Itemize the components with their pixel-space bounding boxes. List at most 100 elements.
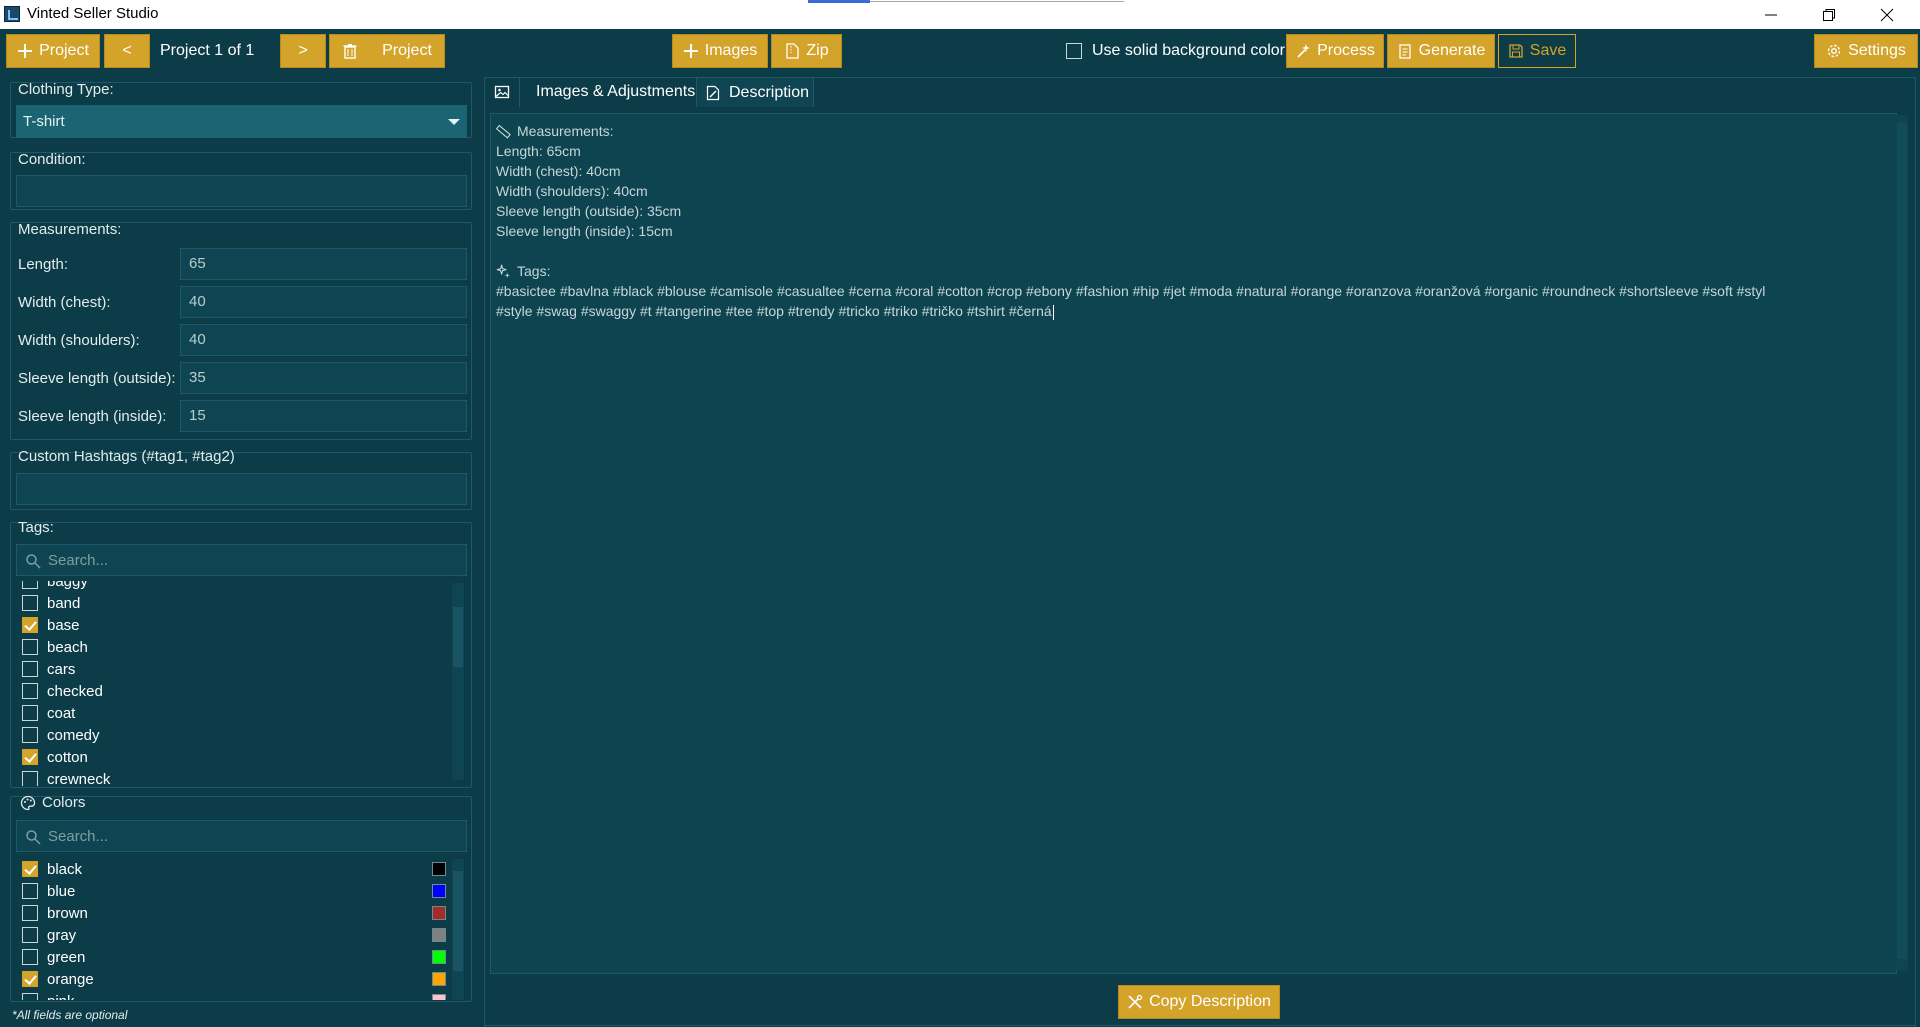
- color-checkbox[interactable]: [22, 905, 38, 921]
- title-bar: Vinted Seller Studio: [0, 0, 1920, 29]
- process-button[interactable]: Process: [1286, 34, 1384, 68]
- tag-item[interactable]: cotton: [22, 746, 88, 768]
- tag-checkbox[interactable]: [22, 661, 38, 677]
- settings-button[interactable]: Settings: [1814, 34, 1918, 68]
- optional-fields-note: *All fields are optional: [12, 1008, 128, 1022]
- tag-item[interactable]: base: [22, 614, 80, 636]
- hashtags-input[interactable]: [16, 473, 467, 505]
- length-input[interactable]: 65: [180, 248, 467, 280]
- save-button[interactable]: Save: [1498, 34, 1576, 68]
- tags-search-input[interactable]: Search...: [16, 544, 467, 576]
- tab-images-adjustments[interactable]: Images & Adjustments: [520, 77, 696, 107]
- tags-scrollbar[interactable]: [452, 583, 464, 780]
- minimize-button[interactable]: [1748, 0, 1794, 29]
- prev-project-button[interactable]: <: [104, 34, 150, 68]
- add-images-label: Images: [704, 42, 758, 59]
- color-item[interactable]: gray: [22, 924, 76, 946]
- generate-icon: [1398, 44, 1411, 59]
- width-shoulders-label: Width (shoulders):: [18, 332, 140, 349]
- tag-checkbox[interactable]: [22, 683, 38, 699]
- tag-label: beach: [47, 638, 88, 656]
- color-item[interactable]: blue: [22, 880, 75, 902]
- tag-checkbox[interactable]: [22, 749, 38, 765]
- tag-item[interactable]: cars: [22, 658, 75, 680]
- color-checkbox[interactable]: [22, 949, 38, 965]
- tags-label: Tags:: [18, 519, 54, 536]
- length-label: Length:: [18, 256, 69, 273]
- tag-checkbox[interactable]: [22, 617, 38, 633]
- color-checkbox[interactable]: [22, 883, 38, 899]
- colors-scrollbar[interactable]: [452, 859, 464, 1000]
- tag-checkbox[interactable]: [22, 705, 38, 721]
- description-scrollbar[interactable]: [1896, 115, 1908, 971]
- tag-item[interactable]: band: [22, 592, 80, 614]
- tag-item[interactable]: coat: [22, 702, 75, 724]
- color-swatch: [432, 928, 446, 942]
- color-checkbox[interactable]: [22, 971, 38, 987]
- tag-item[interactable]: comedy: [22, 724, 100, 746]
- close-icon: [1880, 8, 1894, 21]
- color-label: green: [47, 948, 86, 966]
- search-icon: [26, 554, 41, 569]
- width-shoulders-input[interactable]: 40: [180, 324, 467, 356]
- solid-background-checkbox[interactable]: [1066, 43, 1082, 59]
- sleeve-inside-input[interactable]: 15: [180, 400, 467, 432]
- solid-background-label: Use solid background color: [1092, 42, 1285, 59]
- color-item[interactable]: black: [22, 858, 82, 880]
- tab-description[interactable]: Description: [696, 77, 814, 107]
- delete-project-button[interactable]: Project: [329, 34, 445, 68]
- generate-button[interactable]: Generate: [1387, 34, 1495, 68]
- width-chest-input[interactable]: 40: [180, 286, 467, 318]
- generate-label: Generate: [1418, 42, 1486, 59]
- tab-images-icon[interactable]: [484, 77, 520, 107]
- tag-item[interactable]: baggy: [22, 581, 88, 592]
- tag-label: baggy: [47, 581, 88, 590]
- tag-checkbox[interactable]: [22, 727, 38, 743]
- magic-wand-icon: [1297, 44, 1311, 58]
- copy-description-button[interactable]: Copy Description: [1118, 985, 1280, 1019]
- description-content[interactable]: Measurements: Length: 65cm Width (chest)…: [496, 121, 1896, 321]
- tag-checkbox[interactable]: [22, 639, 38, 655]
- colors-search-input[interactable]: Search...: [16, 820, 467, 852]
- colors-list: black blue brown gray green orange pink: [12, 858, 452, 1000]
- add-images-button[interactable]: Images: [672, 34, 768, 68]
- tags-scroll-thumb[interactable]: [453, 607, 463, 667]
- color-item[interactable]: orange: [22, 968, 94, 990]
- zip-button[interactable]: Zip: [771, 34, 842, 68]
- new-project-button[interactable]: Project: [6, 34, 100, 68]
- sleeve-outside-input[interactable]: 35: [180, 362, 467, 394]
- restore-button[interactable]: [1806, 0, 1852, 29]
- description-line: Sleeve length (outside): 35cm: [496, 203, 682, 219]
- tag-item[interactable]: crewneck: [22, 768, 110, 786]
- color-swatch: [432, 862, 446, 876]
- color-item[interactable]: pink: [22, 990, 75, 1000]
- clothing-type-select[interactable]: T-shirt: [16, 105, 467, 138]
- color-checkbox[interactable]: [22, 927, 38, 943]
- color-label: gray: [47, 926, 77, 944]
- next-project-button[interactable]: >: [280, 34, 326, 68]
- save-label: Save: [1529, 42, 1567, 59]
- tag-item[interactable]: beach: [22, 636, 88, 658]
- condition-field[interactable]: [16, 175, 467, 207]
- next-label: >: [298, 42, 308, 59]
- color-checkbox[interactable]: [22, 993, 38, 1000]
- tag-item[interactable]: checked: [22, 680, 103, 702]
- clothing-type-label: Clothing Type:: [18, 81, 114, 98]
- sleeve-outside-label: Sleeve length (outside):: [18, 370, 176, 387]
- process-label: Process: [1317, 42, 1375, 59]
- copy-tools-icon: [1128, 994, 1143, 1009]
- tag-checkbox[interactable]: [22, 595, 38, 611]
- tag-checkbox[interactable]: [22, 771, 38, 786]
- description-scroll-thumb[interactable]: [1897, 123, 1907, 959]
- close-button[interactable]: [1864, 0, 1910, 29]
- tags-heading: Tags:: [517, 263, 551, 279]
- tag-checkbox[interactable]: [22, 581, 38, 589]
- tags-line-last: #style #swag #swaggy #t #tangerine #tee …: [496, 301, 1896, 321]
- tab-description-label: Description: [729, 83, 810, 101]
- color-item[interactable]: brown: [22, 902, 88, 924]
- colors-scroll-thumb[interactable]: [453, 871, 463, 971]
- color-checkbox[interactable]: [22, 861, 38, 877]
- solid-background-toggle[interactable]: Use solid background color: [1066, 42, 1285, 60]
- delete-project-label: Project: [382, 42, 432, 59]
- color-item[interactable]: green: [22, 946, 85, 968]
